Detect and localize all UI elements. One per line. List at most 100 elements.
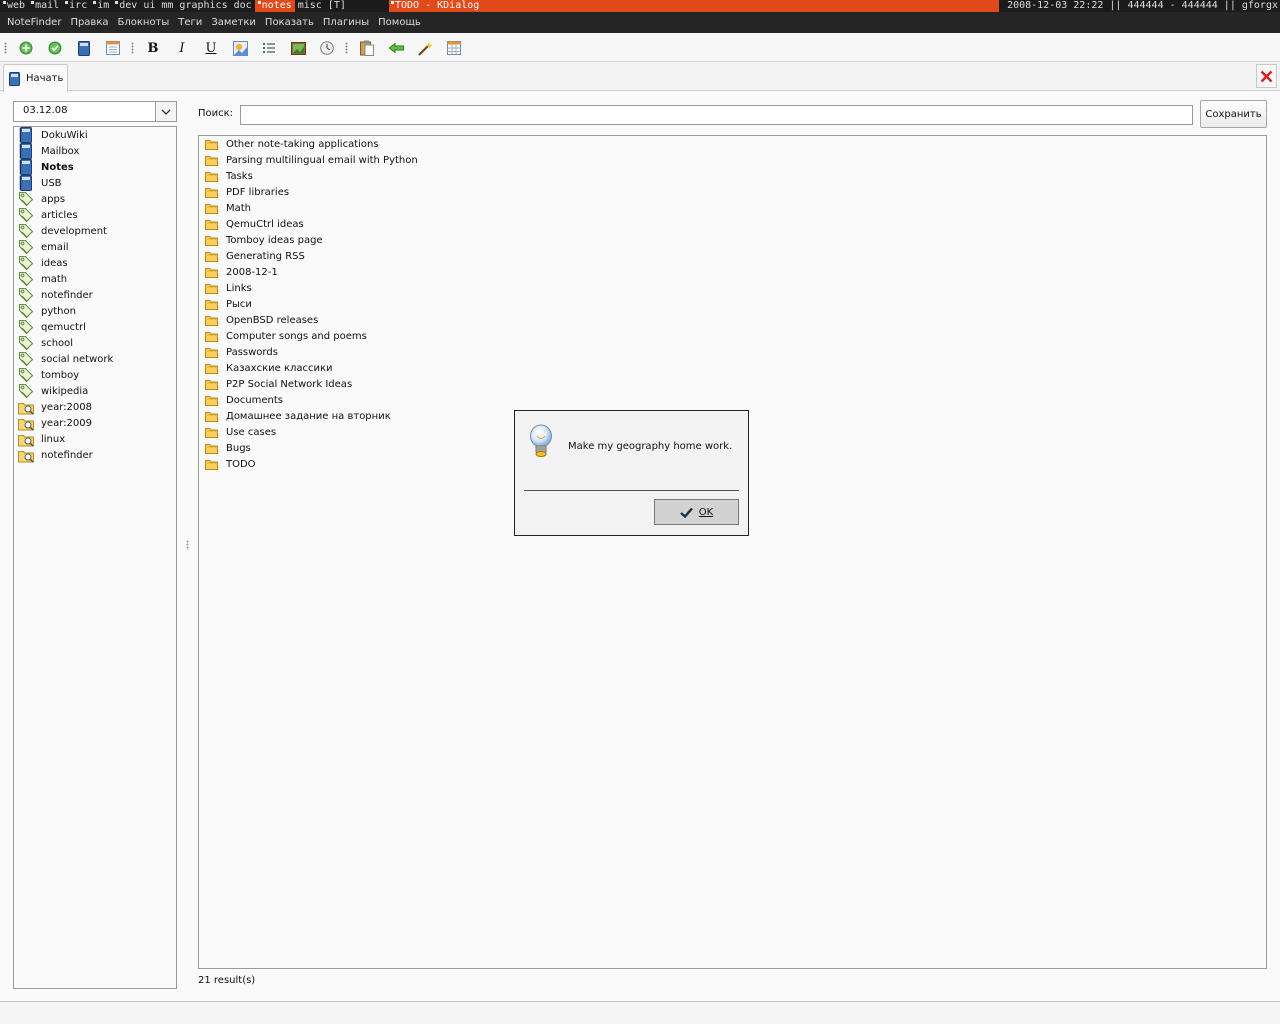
notebook-item[interactable]: Notes: [18, 159, 74, 175]
note-row[interactable]: Generating RSS: [205, 248, 305, 264]
menu-item-4[interactable]: Теги: [174, 17, 206, 28]
workspace-tag-misc[interactable]: misc: [295, 0, 325, 12]
tag-item[interactable]: qemuctrl: [18, 319, 86, 335]
apply-icon[interactable]: [47, 40, 63, 56]
picture-icon[interactable]: [290, 40, 306, 56]
note-row[interactable]: Parsing multilingual email with Python: [205, 152, 418, 168]
lightbulb-icon: [530, 424, 552, 457]
back-arrow-icon[interactable]: [388, 40, 404, 56]
date-combobox[interactable]: 03.12.08: [13, 101, 177, 122]
magic-wand-icon[interactable]: [417, 40, 433, 56]
tag-item[interactable]: development: [18, 223, 107, 239]
note-row[interactable]: Tomboy ideas page: [205, 232, 323, 248]
tab-start[interactable]: Начать: [3, 64, 68, 92]
results-list[interactable]: Other note-taking applications Parsing mu…: [198, 135, 1267, 969]
workspace-tag-t[interactable]: [T]: [325, 0, 349, 12]
menu-item-1[interactable]: NoteFinder: [3, 17, 65, 28]
note-row[interactable]: OpenBSD releases: [205, 312, 318, 328]
note-row[interactable]: QemuCtrl ideas: [205, 216, 304, 232]
workspace-tag-web[interactable]: web: [0, 0, 28, 12]
tree-item-label: tomboy: [41, 369, 80, 381]
calendar-icon[interactable]: [105, 40, 121, 56]
saved-search-item[interactable]: notefinder: [18, 447, 93, 463]
notebook-item[interactable]: USB: [18, 175, 62, 191]
date-dropdown-button[interactable]: [155, 102, 176, 121]
notebook-item[interactable]: Mailbox: [18, 143, 79, 159]
tag-item[interactable]: apps: [18, 191, 65, 207]
tag-item[interactable]: ideas: [18, 255, 68, 271]
note-row[interactable]: Tasks: [205, 168, 253, 184]
note-folder-icon: [205, 284, 218, 294]
saved-search-item[interactable]: year:2009: [18, 415, 92, 431]
clock-icon[interactable]: [319, 40, 335, 56]
workspace-tag-doc[interactable]: doc: [231, 0, 255, 12]
menu-item-7[interactable]: Плагины: [319, 17, 373, 28]
tag-item[interactable]: school: [18, 335, 73, 351]
workspace-tag-im[interactable]: im: [90, 0, 112, 12]
note-row[interactable]: 2008-12-1: [205, 264, 278, 280]
note-row[interactable]: Passwords: [205, 344, 278, 360]
notebook-icon: [9, 71, 20, 86]
note-row[interactable]: Math: [205, 200, 251, 216]
note-row[interactable]: Казахские классики: [205, 360, 333, 376]
note-row[interactable]: Bugs: [205, 440, 251, 456]
workspace-tag-dev[interactable]: dev: [112, 0, 140, 12]
saved-search-item[interactable]: linux: [18, 431, 65, 447]
panel-splitter[interactable]: [186, 540, 189, 550]
new-note-icon[interactable]: [18, 40, 34, 56]
underline-icon[interactable]: U: [203, 40, 219, 56]
note-row[interactable]: TODO: [205, 456, 256, 472]
saved-search-item[interactable]: year:2008: [18, 399, 92, 415]
workspace-tag-ui[interactable]: ui: [140, 0, 158, 12]
paste-icon[interactable]: [359, 40, 375, 56]
close-tab-button[interactable]: [1256, 64, 1277, 88]
menu-item-8[interactable]: Помощь: [374, 17, 425, 28]
tag-icon: [19, 192, 34, 207]
italic-icon[interactable]: I: [174, 40, 190, 56]
ok-button[interactable]: OK: [654, 499, 739, 525]
save-search-button[interactable]: Сохранить: [1200, 100, 1267, 128]
tag-item[interactable]: wikipedia: [18, 383, 88, 399]
workspace-tag-graphics[interactable]: graphics: [176, 0, 230, 12]
note-row[interactable]: Use cases: [205, 424, 276, 440]
menu-item-6[interactable]: Показать: [261, 17, 318, 28]
note-row[interactable]: P2P Social Network Ideas: [205, 376, 352, 392]
note-row[interactable]: Рыси: [205, 296, 252, 312]
bullet-list-icon[interactable]: [261, 40, 277, 56]
note-row[interactable]: Computer songs and poems: [205, 328, 367, 344]
note-folder-icon: [205, 380, 218, 390]
table-icon[interactable]: [446, 40, 462, 56]
workspace-tag-irc[interactable]: irc: [62, 0, 90, 12]
note-row[interactable]: Other note-taking applications: [205, 136, 379, 152]
tag-item[interactable]: notefinder: [18, 287, 93, 303]
note-row[interactable]: Links: [205, 280, 252, 296]
tag-item[interactable]: tomboy: [18, 367, 79, 383]
search-input[interactable]: [240, 105, 1193, 125]
tag-item[interactable]: python: [18, 303, 76, 319]
notebook-tag-tree[interactable]: DokuWiki Mailbox Notes USB apps articles devel…: [13, 126, 177, 989]
workspace-tag-notes[interactable]: notes: [254, 0, 295, 12]
note-folder-icon: [205, 412, 218, 422]
active-window-title: TODO - KDialog: [389, 0, 999, 12]
tag-item[interactable]: email: [18, 239, 69, 255]
toolbar-grip[interactable]: [131, 42, 134, 54]
bold-icon[interactable]: B: [145, 40, 161, 56]
tree-item-label: school: [41, 337, 74, 349]
tag-item[interactable]: math: [18, 271, 67, 287]
toolbar-grip[interactable]: [345, 42, 348, 54]
notebook-item[interactable]: DokuWiki: [18, 127, 88, 143]
toolbar-grip[interactable]: [4, 42, 7, 54]
workspace-tag-mm[interactable]: mm: [158, 0, 176, 12]
menu-item-5[interactable]: Заметки: [207, 17, 260, 28]
tag-item[interactable]: social network: [18, 351, 113, 367]
tag-icon: [19, 288, 34, 303]
menu-item-3[interactable]: Блокноты: [114, 17, 174, 28]
menu-item-2[interactable]: Правка: [66, 17, 112, 28]
note-row[interactable]: Домашнее задание на вторник: [205, 408, 391, 424]
image-icon[interactable]: [232, 40, 248, 56]
workspace-tag-mail[interactable]: mail: [28, 0, 62, 12]
note-row[interactable]: Documents: [205, 392, 283, 408]
tag-item[interactable]: articles: [18, 207, 78, 223]
notebook-icon[interactable]: [76, 40, 92, 56]
note-row[interactable]: PDF libraries: [205, 184, 289, 200]
